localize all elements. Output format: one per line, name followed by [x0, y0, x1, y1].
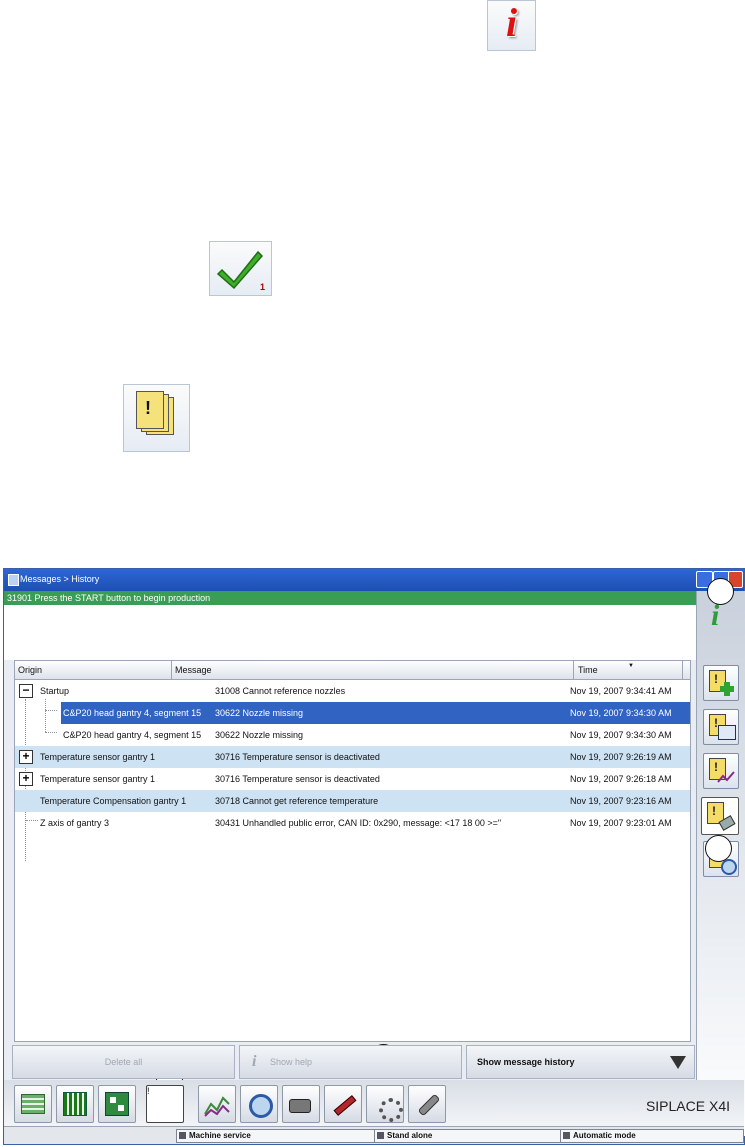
- status-machine-service-label: Machine service: [189, 1131, 251, 1140]
- messages-window: Messages > History 31901 Press the START…: [3, 568, 745, 1145]
- graph-icon: [717, 771, 735, 783]
- message-statistics-button[interactable]: !: [703, 753, 739, 789]
- row-message: 30716 Temperature sensor is deactivated: [215, 774, 380, 784]
- status-stand-alone: Stand alone: [374, 1129, 566, 1143]
- app-icon: [8, 574, 19, 586]
- status-machine-service: Machine service: [176, 1129, 378, 1143]
- status-automatic-mode-label: Automatic mode: [573, 1131, 636, 1140]
- expand-toggle[interactable]: +: [19, 750, 33, 764]
- table-row-selected[interactable]: C&P20 head gantry 4, segment 15 30622 No…: [61, 702, 690, 724]
- row-time: Nov 19, 2007 9:34:30 AM: [570, 708, 672, 718]
- line-chart-icon: [204, 1096, 230, 1117]
- table-row[interactable]: Temperature Compensation gantry 1 30718 …: [15, 790, 690, 812]
- acknowledge-check-icon: 1: [209, 241, 272, 296]
- row-time: Nov 19, 2007 9:23:01 AM: [570, 818, 672, 828]
- nav-statistics-button[interactable]: [198, 1085, 236, 1123]
- row-message: 30622 Nozzle missing: [215, 730, 304, 740]
- show-help-button[interactable]: i Show help: [239, 1045, 462, 1079]
- status-automatic-mode: Automatic mode: [560, 1129, 744, 1143]
- machine-brand-label: SIPLACE X4I: [645, 1098, 730, 1114]
- row-message: 30716 Temperature sensor is deactivated: [215, 752, 380, 762]
- row-time: Nov 19, 2007 9:34:41 AM: [570, 686, 672, 696]
- message-history-button[interactable]: !: [701, 797, 739, 835]
- oil-can-icon: [289, 1099, 311, 1113]
- message-window-button[interactable]: !: [703, 709, 739, 745]
- row-message: 30718 Cannot get reference temperature: [215, 796, 379, 806]
- callout-marker: [707, 578, 734, 605]
- show-help-label: Show help: [270, 1057, 313, 1067]
- status-stand-alone-label: Stand alone: [387, 1131, 433, 1140]
- nav-grid-button[interactable]: [56, 1085, 94, 1123]
- row-origin: Z axis of gantry 3: [40, 818, 110, 828]
- sort-descending-icon: ▼: [628, 663, 634, 669]
- nav-nozzle-button[interactable]: [324, 1085, 362, 1123]
- row-time: Nov 19, 2007 9:23:16 AM: [570, 796, 672, 806]
- row-origin: Temperature Compensation gantry 1: [40, 796, 187, 806]
- row-message: 30622 Nozzle missing: [215, 708, 304, 718]
- row-message: 30431 Unhandled public error, CAN ID: 0x…: [215, 818, 502, 828]
- table-row[interactable]: − Startup 31008 Cannot reference nozzles…: [15, 680, 690, 702]
- row-origin: Temperature sensor gantry 1: [40, 752, 156, 762]
- nav-production-button[interactable]: [14, 1085, 52, 1123]
- collapse-toggle[interactable]: −: [19, 684, 33, 698]
- table-row[interactable]: Z axis of gantry 3 30431 Unhandled publi…: [15, 812, 690, 834]
- message-history-icon: !: [123, 384, 190, 452]
- nav-setup-button[interactable]: [366, 1085, 404, 1123]
- row-time: Nov 19, 2007 9:34:30 AM: [570, 730, 672, 740]
- money-stack-icon: [21, 1094, 45, 1114]
- message-history-table: Origin Message Time ▼ − Startup 31008 Ca…: [14, 660, 691, 1042]
- status-bar: Machine service Stand alone Automatic mo…: [4, 1126, 744, 1144]
- row-message: 31008 Cannot reference nozzles: [215, 686, 346, 696]
- nav-messages-button[interactable]: !: [146, 1085, 184, 1123]
- nozzle-icon: [333, 1095, 357, 1116]
- circuit-board-icon: [105, 1092, 129, 1116]
- callout-marker: [705, 835, 732, 862]
- automatic-mode-icon: [563, 1132, 570, 1139]
- table-row[interactable]: C&P20 head gantry 4, segment 15 30622 No…: [15, 724, 690, 746]
- check-count-badge: 1: [259, 282, 265, 292]
- camera-icon: [249, 1094, 273, 1118]
- service-person-icon: [179, 1132, 186, 1139]
- title-bar: Messages > History: [4, 569, 744, 591]
- message-history-dropdown[interactable]: Show message history: [466, 1045, 695, 1079]
- message-detail-area: [4, 605, 696, 660]
- row-origin: Startup: [40, 686, 70, 696]
- camera-lens-icon: [721, 859, 737, 875]
- nav-service-button[interactable]: [408, 1085, 446, 1123]
- window-icon: [718, 725, 736, 740]
- wrench-icon: [417, 1093, 441, 1117]
- column-header-message[interactable]: Message: [172, 661, 574, 679]
- row-origin: Temperature sensor gantry 1: [40, 774, 156, 784]
- row-time: Nov 19, 2007 9:26:18 AM: [570, 774, 672, 784]
- main-navigation: ! SIPLACE X4I: [4, 1080, 744, 1126]
- expand-toggle[interactable]: +: [19, 772, 33, 786]
- table-header: Origin Message Time ▼: [15, 661, 690, 680]
- tree-connector: [45, 710, 57, 711]
- row-origin: C&P20 head gantry 4, segment 15: [63, 708, 202, 718]
- current-message-bar: 31901 Press the START button to begin pr…: [4, 591, 699, 605]
- right-toolbar: i ! ! ! ! !: [696, 591, 745, 1136]
- dropdown-arrow-icon: [670, 1056, 686, 1069]
- dropdown-selected-value: Show message history: [477, 1057, 575, 1067]
- window-title: Messages > History: [20, 574, 100, 584]
- row-time: Nov 19, 2007 9:26:19 AM: [570, 752, 672, 762]
- column-header-origin[interactable]: Origin: [15, 661, 172, 679]
- info-icon: i: [487, 0, 536, 51]
- table-row[interactable]: + Temperature sensor gantry 1 30716 Temp…: [15, 768, 690, 790]
- hand-gear-icon: [379, 1098, 403, 1122]
- message-doc-icon: !: [147, 1086, 150, 1096]
- nav-vision-button[interactable]: [240, 1085, 278, 1123]
- nav-feeder-button[interactable]: [282, 1085, 320, 1123]
- stand-alone-icon: [377, 1132, 384, 1139]
- delete-all-button[interactable]: Delete all: [12, 1045, 235, 1079]
- plus-icon: [720, 682, 734, 696]
- row-origin: C&P20 head gantry 4, segment 15: [63, 730, 202, 740]
- table-row[interactable]: + Temperature sensor gantry 1 30716 Temp…: [15, 746, 690, 768]
- add-message-button[interactable]: !: [703, 665, 739, 701]
- help-info-icon: i: [252, 1053, 257, 1070]
- delete-all-label: Delete all: [104, 1057, 143, 1067]
- nav-board-button[interactable]: [98, 1085, 136, 1123]
- grid-icon: [63, 1092, 87, 1116]
